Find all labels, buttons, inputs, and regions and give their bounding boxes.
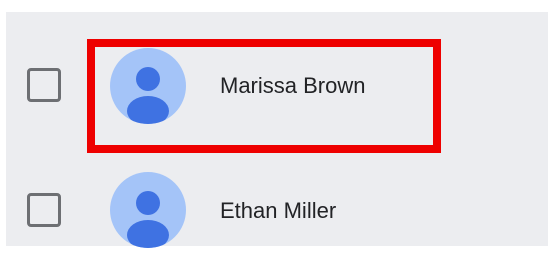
- select-checkbox[interactable]: [27, 68, 61, 102]
- contact-list: Marissa Brown Ethan Miller: [6, 12, 548, 248]
- person-icon: [127, 67, 169, 124]
- contact-name[interactable]: Marissa Brown: [220, 72, 365, 100]
- avatar: [110, 48, 186, 124]
- avatar: [110, 172, 186, 248]
- select-checkbox[interactable]: [27, 193, 61, 227]
- contact-row[interactable]: Marissa Brown: [6, 12, 548, 124]
- person-icon: [127, 191, 169, 248]
- contact-name[interactable]: Ethan Miller: [220, 197, 336, 225]
- contact-row[interactable]: Ethan Miller: [6, 150, 548, 260]
